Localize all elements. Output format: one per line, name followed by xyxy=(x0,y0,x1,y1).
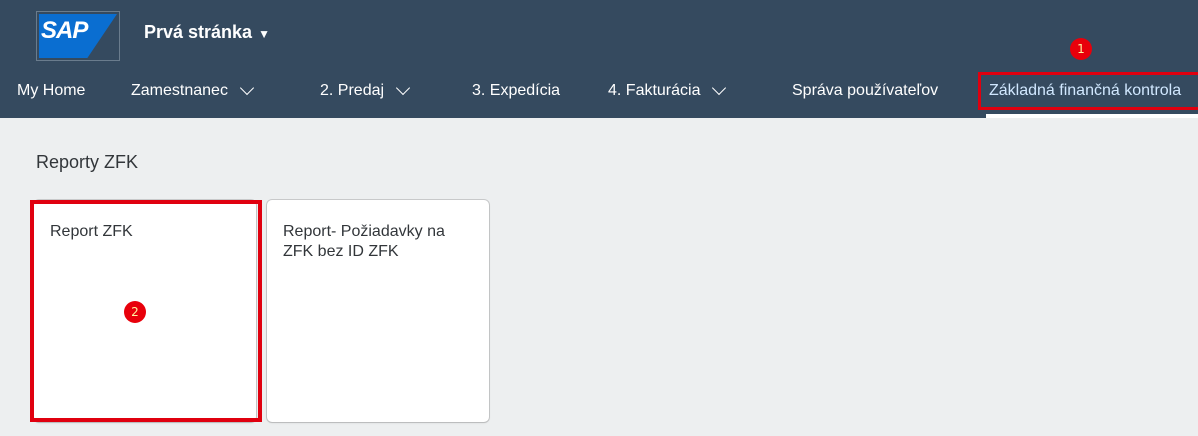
nav-item-label: 2. Predaj xyxy=(320,82,385,99)
top-bar: SAP Prvá stránka ▼ xyxy=(0,0,1198,68)
chevron-down-icon xyxy=(712,80,727,96)
page-title: Prvá stránka xyxy=(144,22,253,42)
launchpad-content: Reporty ZFK Report ZFK Report- Požiadavk… xyxy=(0,118,1198,436)
nav-item-sprava-pouzivatelov[interactable]: Správa používateľov xyxy=(792,82,938,100)
group-title: Reporty ZFK xyxy=(36,152,139,172)
annotation-badge-2: 2 xyxy=(124,301,146,323)
chevron-down-icon xyxy=(239,80,255,96)
nav-item-expedicia[interactable]: 3. Expedícia xyxy=(472,82,560,100)
tile-title: Report- Požiadavky na ZFK bez ID ZFK xyxy=(283,223,445,260)
annotation-highlight-nav xyxy=(978,72,1198,110)
nav-item-zamestnanec[interactable]: Zamestnanec xyxy=(131,80,255,100)
nav-item-label: Zamestnanec xyxy=(131,82,228,99)
nav-item-label: My Home xyxy=(17,82,86,99)
annotation-badge-1: 1 xyxy=(1070,38,1092,60)
annotation-highlight-tile xyxy=(30,200,262,422)
page-title-menu[interactable]: Prvá stránka ▼ xyxy=(144,22,270,43)
chevron-down-icon xyxy=(395,80,411,96)
nav-item-fakturacia[interactable]: 4. Fakturácia xyxy=(608,80,727,100)
tile-report-poziadavky[interactable]: Report- Požiadavky na ZFK bez ID ZFK xyxy=(267,200,489,422)
nav-item-label: 3. Expedícia xyxy=(472,82,561,99)
nav-item-predaj[interactable]: 2. Predaj xyxy=(320,80,411,100)
sap-logo[interactable]: SAP xyxy=(36,11,120,61)
nav-item-label: 4. Fakturácia xyxy=(608,82,701,99)
nav-item-label: Správa používateľov xyxy=(792,82,939,99)
caret-down-icon: ▼ xyxy=(258,26,270,41)
nav-item-my-home[interactable]: My Home xyxy=(17,82,85,100)
sap-logo-text: SAP xyxy=(41,17,88,44)
